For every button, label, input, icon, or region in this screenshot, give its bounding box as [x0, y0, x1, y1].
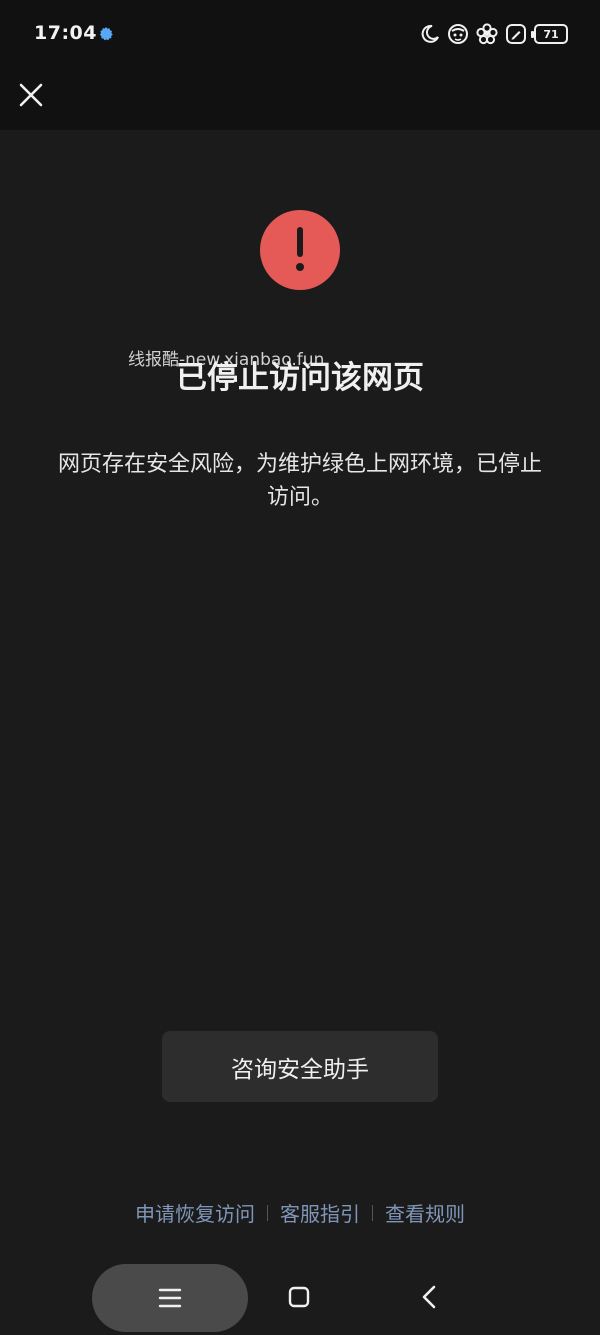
gear-badge-icon	[98, 26, 114, 42]
battery-icon: 71	[531, 24, 568, 44]
link-divider	[267, 1204, 268, 1221]
menu-icon[interactable]	[92, 1264, 248, 1332]
back-icon[interactable]	[420, 1285, 440, 1309]
status-time: 17:04	[34, 22, 97, 44]
blocked-page: 17:04 71 线报酷-new.xianbao.fun 已停止访问该网页 网页…	[0, 0, 600, 1335]
flower-icon	[476, 23, 498, 45]
sheep-face-icon	[447, 23, 469, 45]
support-guide-link[interactable]: 客服指引	[280, 1198, 360, 1227]
battery-level: 71	[543, 27, 559, 41]
close-icon[interactable]	[16, 80, 46, 110]
page-title: 已停止访问该网页	[176, 360, 424, 396]
view-rules-link[interactable]: 查看规则	[385, 1198, 465, 1227]
status-bar: 17:04 71	[0, 0, 600, 68]
link-divider	[372, 1204, 373, 1221]
exclamation-icon	[292, 225, 308, 275]
consult-security-assistant-button[interactable]: 咨询安全助手	[162, 1031, 438, 1102]
warning-badge	[260, 210, 340, 290]
status-icons: 71	[420, 22, 568, 46]
page-description: 网页存在安全风险，为维护绿色上网环境，已停止访问。	[57, 452, 542, 510]
stylus-icon	[505, 23, 527, 45]
moon-icon	[420, 24, 440, 44]
home-icon[interactable]	[288, 1286, 310, 1308]
footer-links: 申请恢复访问 客服指引 查看规则	[0, 1198, 600, 1227]
restore-access-link[interactable]: 申请恢复访问	[135, 1198, 255, 1227]
